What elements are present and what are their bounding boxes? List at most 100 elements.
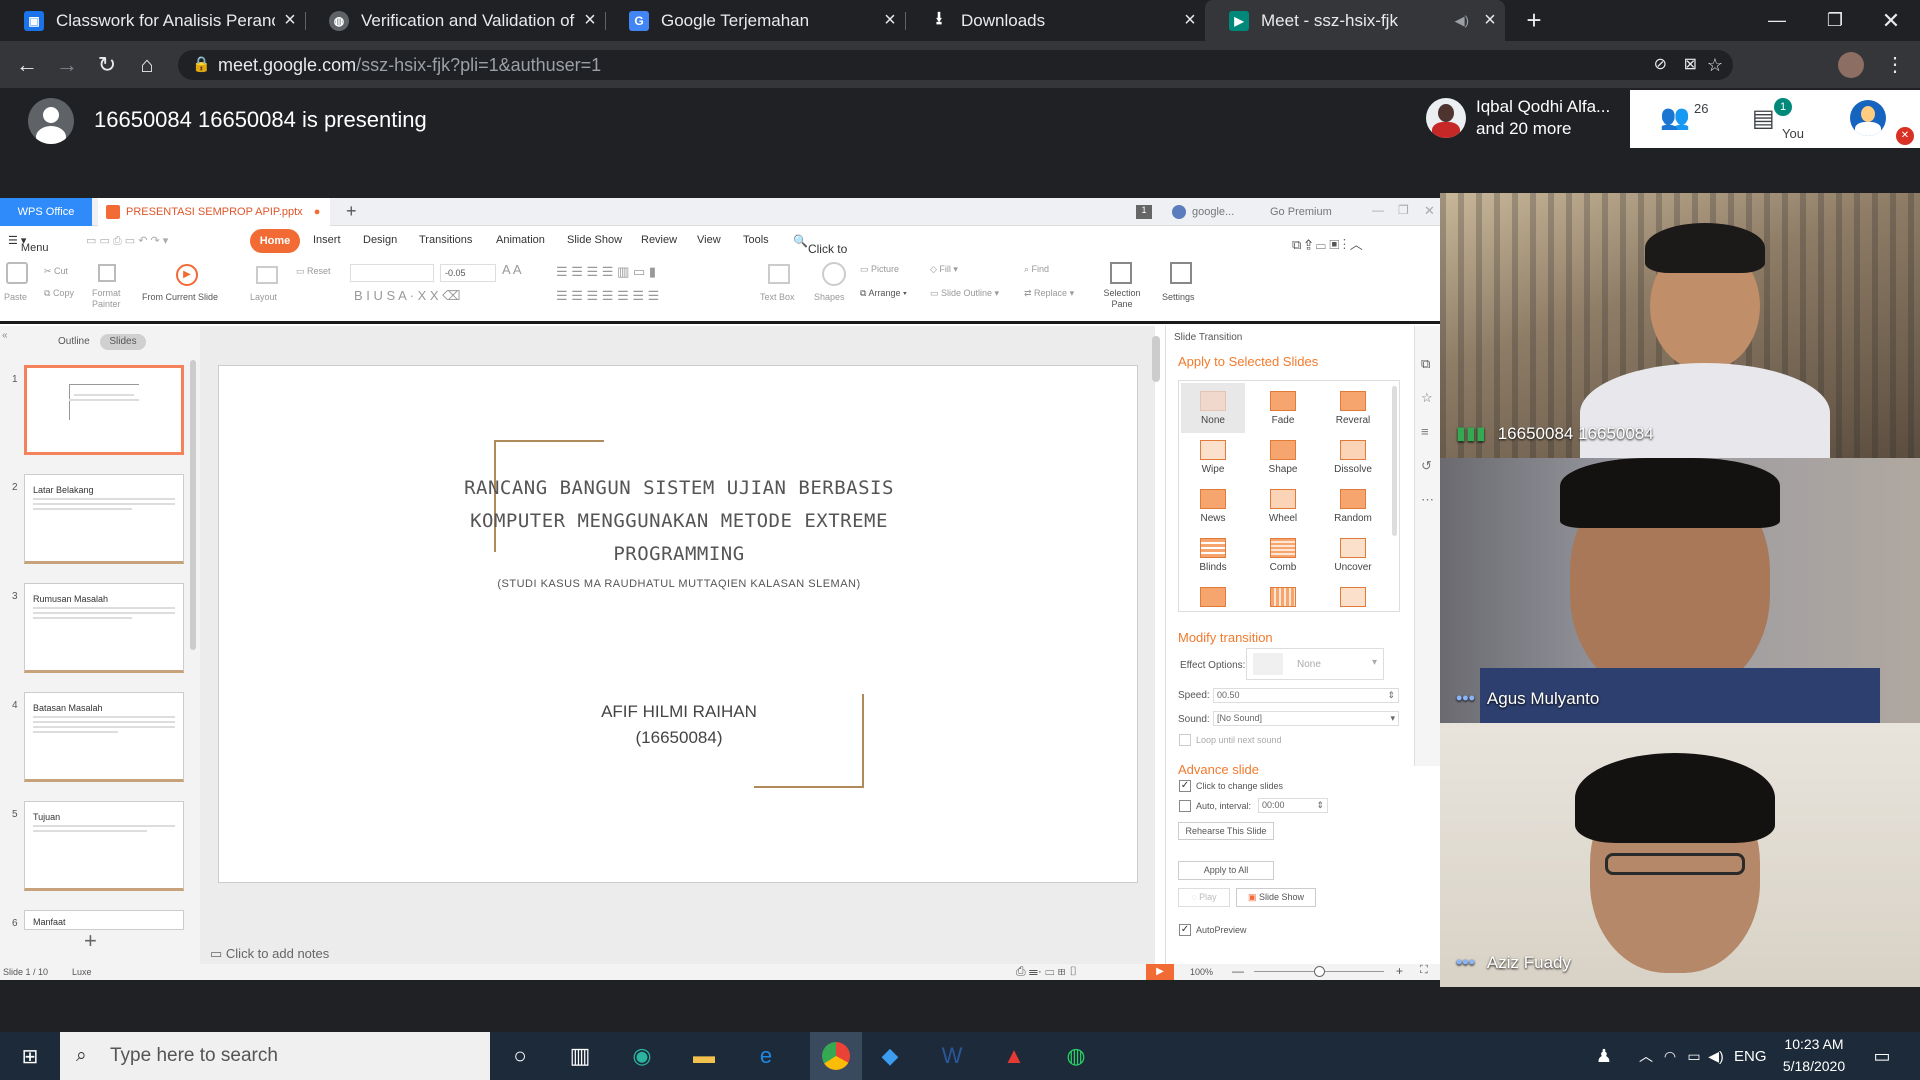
document-tab[interactable]: PRESENTASI SEMPROP APIP.pptx ● (98, 198, 330, 226)
chat-icon[interactable]: ▤ (1752, 104, 1775, 133)
new-tab-button[interactable]: + (1505, 0, 1563, 41)
paste-label[interactable]: Paste (4, 292, 27, 302)
more-icon[interactable]: ⋯ (1421, 492, 1434, 508)
effects-scrollbar[interactable] (1392, 386, 1397, 536)
slides-tab[interactable]: Slides (100, 334, 146, 350)
spinner-icon[interactable]: ⇕ (1387, 689, 1395, 702)
reset-button[interactable]: ▭ Reset (296, 266, 331, 277)
close-window-button[interactable]: ✕ (1862, 0, 1920, 41)
settings-label[interactable]: Settings (1162, 292, 1195, 302)
video-tile-aziz[interactable]: ••• Aziz Fuady (1440, 723, 1920, 987)
wps-office-tab[interactable]: WPS Office (0, 198, 92, 226)
self-avatar[interactable] (1850, 100, 1886, 136)
font-grow-shrink-icons[interactable]: A A (502, 262, 522, 277)
slide-show-button[interactable]: ▣ Slide Show (1236, 888, 1316, 907)
loop-checkbox[interactable] (1179, 734, 1191, 746)
acrobat-icon[interactable]: ▲ (996, 1038, 1032, 1074)
play-button[interactable]: ◌ Play (1178, 888, 1230, 907)
paste-icon[interactable] (6, 262, 28, 284)
browser-tab-downloads[interactable]: ⭳ Downloads × (905, 0, 1205, 41)
slide-thumbnail-5[interactable]: Tujuan (24, 801, 184, 891)
play-slideshow-button[interactable]: ▶ (1146, 964, 1174, 980)
clock-time[interactable]: 10:23 AM (1774, 1036, 1854, 1052)
browser-tab-classwork[interactable]: ▣ Classwork for Analisis Perancang × (0, 0, 305, 41)
slide-outline-button[interactable]: ▭ Slide Outline ▾ (930, 288, 999, 299)
audio-playing-icon[interactable]: ◀) (1455, 13, 1469, 29)
transition-blinds[interactable]: Blinds (1181, 530, 1245, 580)
transition-none[interactable]: None (1181, 383, 1245, 433)
back-icon[interactable]: ← (12, 52, 42, 78)
transition-fade[interactable]: Fade (1251, 383, 1315, 433)
font-size-select[interactable]: -0.05 (440, 264, 496, 282)
minimize-window-button[interactable]: — (1748, 0, 1806, 41)
menu-tools[interactable]: Tools (743, 234, 769, 246)
transition-comb[interactable]: Comb (1251, 530, 1315, 580)
thumbnails-scrollbar[interactable] (190, 360, 196, 650)
close-tab-icon[interactable]: × (875, 9, 905, 32)
notes-area[interactable]: ▭ Click to add notes (210, 946, 329, 962)
copy-button[interactable]: ⧉ Copy (44, 288, 74, 299)
transition-wipe[interactable]: Wipe (1181, 432, 1245, 482)
animation-pane-icon[interactable]: ☆ (1421, 390, 1433, 406)
font-name-select[interactable] (350, 264, 434, 282)
add-slide-button[interactable]: + (84, 928, 97, 954)
restore-window-button[interactable]: ❐ (1806, 0, 1864, 41)
transition-random[interactable]: Random (1321, 481, 1385, 531)
effect-options-select[interactable]: None ▾ (1246, 648, 1384, 680)
transition-wheel[interactable]: Wheel (1251, 481, 1315, 531)
transition-pane-icon[interactable]: ⧉ (1421, 356, 1430, 372)
shapes-label[interactable]: Shapes (814, 292, 845, 302)
properties-icon[interactable]: ≡ (1421, 424, 1429, 439)
chrome-menu-icon[interactable]: ⋮ (1885, 52, 1905, 77)
menu-insert[interactable]: Insert (313, 234, 341, 246)
text-box-icon[interactable] (768, 264, 790, 284)
collapse-pane-icon[interactable]: « (2, 330, 8, 341)
play-from-current-icon[interactable]: ▶ (176, 264, 198, 286)
slide-thumbnail-4[interactable]: Batasan Masalah (24, 692, 184, 782)
menu-design[interactable]: Design (363, 234, 397, 246)
rehearse-button[interactable]: Rehearse This Slide (1178, 822, 1274, 840)
windows-start-icon[interactable]: ⊞ (12, 1038, 48, 1074)
edge-beta-icon[interactable]: ◉ (624, 1038, 660, 1074)
paragraph-align-buttons[interactable]: ☰ ☰ ☰ ☰ ☰ ☰ ☰ (556, 288, 659, 304)
close-tab-icon[interactable]: × (1475, 9, 1505, 32)
menu-hamburger[interactable]: ☰ Menu ▾ (8, 234, 48, 254)
participant-summary[interactable]: Iqbal Qodhi Alfa... and 20 more (1418, 90, 1630, 148)
fit-window-button[interactable]: ⛶ (1420, 964, 1428, 977)
menu-transitions[interactable]: Transitions (419, 234, 472, 246)
people-taskbar-icon[interactable]: ♟ (1586, 1038, 1622, 1074)
bookmark-star-icon[interactable]: ☆ (1707, 50, 1723, 80)
slide-thumbnail-2[interactable]: Latar Belakang (24, 474, 184, 564)
autopreview-checkbox[interactable]: ✓ (1179, 924, 1191, 936)
history-icon[interactable]: ↺ (1421, 458, 1432, 474)
mic-blocked-icon[interactable]: ⊠ (1684, 50, 1697, 80)
quick-access-toolbar[interactable]: ▭ ▭ ⎙ ▭ ↶ ↷ ▾ (86, 234, 168, 248)
wps-restore-button[interactable]: ❐ (1398, 203, 1409, 217)
view-mode-buttons[interactable]: ⎙ ☰· ▭ ⊞ ▯ (1016, 964, 1078, 979)
transition-news[interactable]: News (1181, 481, 1245, 531)
zoom-in-button[interactable]: + (1396, 964, 1403, 978)
layout-icon[interactable] (256, 266, 278, 284)
format-painter-label[interactable]: Format Painter (92, 288, 126, 310)
font-style-buttons[interactable]: B I U S A · X X ⌫ (354, 288, 461, 304)
panel-title[interactable]: Slide Transition (1174, 332, 1242, 343)
video-tile-presenter[interactable]: ▮▮▮ 16650084 16650084 (1440, 193, 1920, 458)
close-tab-icon[interactable]: × (275, 9, 305, 32)
cut-button[interactable]: ✂ Cut (44, 266, 68, 277)
zoom-slider-handle[interactable] (1314, 966, 1325, 977)
browser-tab-meet[interactable]: ▶ Meet - ssz-hsix-fjk ◀) × (1205, 0, 1505, 41)
forward-icon[interactable]: → (52, 52, 82, 78)
zoom-level[interactable]: 100% (1190, 967, 1213, 977)
from-current-slide-button[interactable]: From Current Slide (142, 292, 218, 302)
apply-to-all-button[interactable]: Apply to All (1178, 861, 1274, 880)
selection-pane-label[interactable]: Selection Pane (1100, 288, 1144, 310)
selection-pane-icon[interactable] (1110, 262, 1132, 284)
current-slide[interactable]: RANCANG BANGUN SISTEM UJIAN BERBASIS KOM… (218, 365, 1138, 883)
wps-minimize-button[interactable]: — (1372, 203, 1384, 217)
clock-date[interactable]: 5/18/2020 (1774, 1058, 1854, 1074)
camera-blocked-icon[interactable]: ⊘ (1654, 50, 1667, 80)
ribbon-tools-icons[interactable]: ⧉ ⇪ ▭ ▣ ⋮ ︿ (1292, 234, 1363, 253)
cortana-icon[interactable]: ○ (502, 1038, 538, 1074)
click-change-checkbox[interactable]: ✓ (1179, 780, 1191, 792)
picture-button[interactable]: ▭ Picture (860, 264, 899, 275)
